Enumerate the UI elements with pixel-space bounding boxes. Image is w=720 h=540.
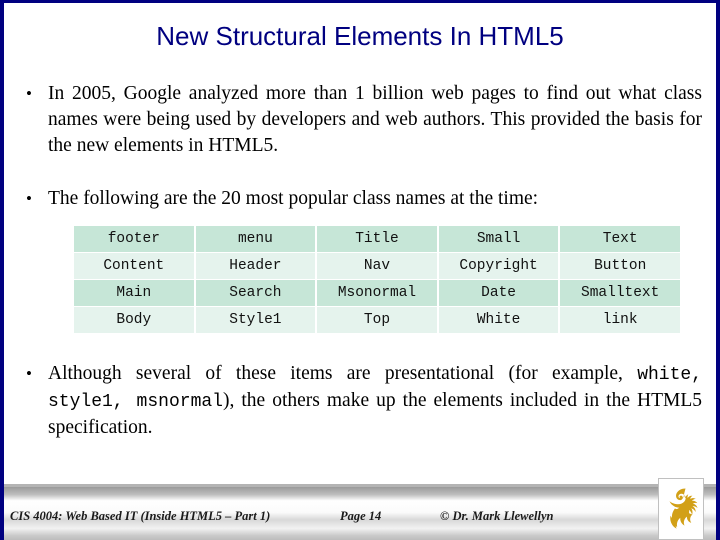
table-cell: menu	[195, 226, 316, 252]
pegasus-logo-icon	[669, 488, 698, 529]
class-names-table-body: footer menu Title Small Text Content Hea…	[74, 226, 680, 333]
footer-page-number: Page 14	[340, 509, 382, 523]
table-row: Content Header Nav Copyright Button	[74, 253, 680, 279]
table-cell: Text	[560, 226, 680, 252]
table-cell: Main	[74, 280, 194, 306]
footer-copyright: © Dr. Mark Llewellyn	[440, 509, 554, 523]
table-cell: Msonormal	[317, 280, 437, 306]
bullet-item-2: • The following are the 20 most popular …	[26, 186, 702, 212]
page-title: New Structural Elements In HTML5	[156, 21, 564, 51]
table-cell: Search	[195, 280, 316, 306]
table-cell: Style1	[195, 307, 316, 333]
presentation-slide: New Structural Elements In HTML5 • In 20…	[0, 0, 720, 540]
bullet-text: Although several of these items are pres…	[48, 361, 702, 441]
class-names-table: footer menu Title Small Text Content Hea…	[72, 225, 682, 334]
table-cell: footer	[74, 226, 194, 252]
table-cell: Smalltext	[560, 280, 680, 306]
table-cell: Date	[438, 280, 559, 306]
table-cell: White	[438, 307, 559, 333]
table-cell: Title	[317, 226, 437, 252]
table-cell: link	[560, 307, 680, 333]
slide-footer: CIS 4004: Web Based IT (Inside HTML5 – P…	[4, 478, 716, 540]
pegasus-logo	[658, 478, 704, 540]
bullet-item-3: • Although several of these items are pr…	[26, 361, 702, 441]
table-row: Main Search Msonormal Date Smalltext	[74, 280, 680, 306]
table-row: Body Style1 Top White link	[74, 307, 680, 333]
table-cell: Button	[560, 253, 680, 279]
table-cell: Content	[74, 253, 194, 279]
bullet-item-1: • In 2005, Google analyzed more than 1 b…	[26, 81, 702, 159]
bullet-marker: •	[26, 84, 32, 103]
table-row: footer menu Title Small Text	[74, 226, 680, 252]
table-cell: Nav	[317, 253, 437, 279]
table-cell: Top	[317, 307, 437, 333]
table-cell: Header	[195, 253, 316, 279]
bullet-text: In 2005, Google analyzed more than 1 bil…	[48, 83, 702, 156]
bullet-marker: •	[26, 364, 32, 383]
table-cell: Body	[74, 307, 194, 333]
table-cell: Copyright	[438, 253, 559, 279]
bullet-text: The following are the 20 most popular cl…	[48, 188, 539, 209]
footer-course-label: CIS 4004: Web Based IT (Inside HTML5 – P…	[10, 509, 271, 523]
table-cell: Small	[438, 226, 559, 252]
closing-text-part1: Although several of these items are pres…	[48, 363, 638, 384]
bullet-marker: •	[26, 189, 32, 208]
